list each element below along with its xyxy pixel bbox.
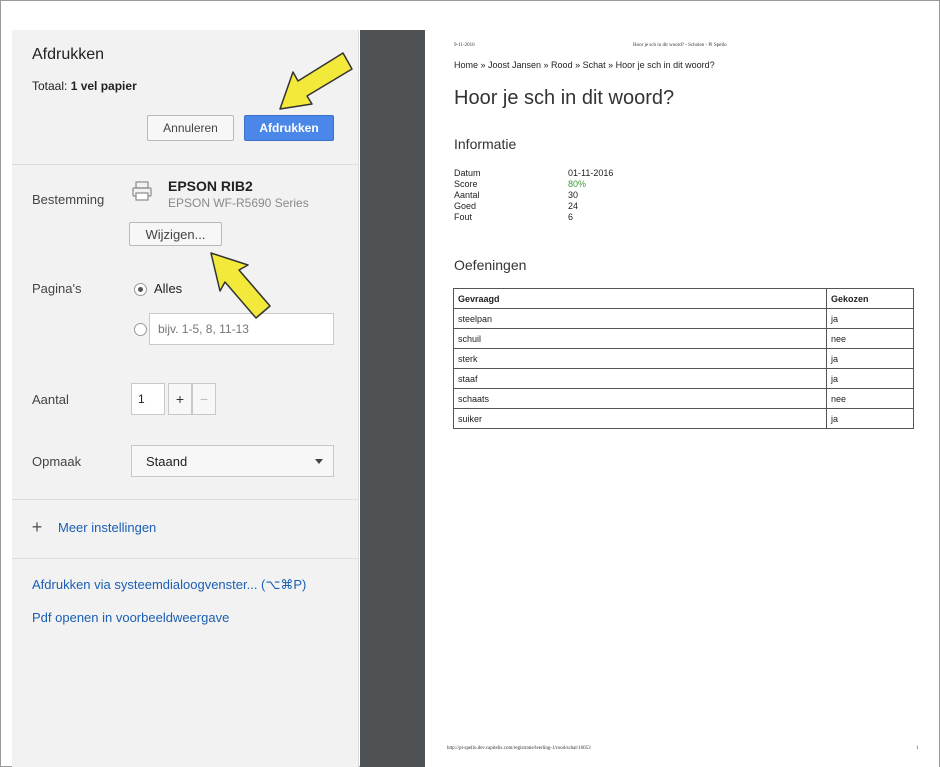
- info-row: Aantal 30: [454, 190, 578, 200]
- total-sheets: Totaal: 1 vel papier: [32, 79, 137, 93]
- pages-all-label[interactable]: Alles: [154, 281, 182, 296]
- table-row: schuil nee: [453, 328, 914, 349]
- info-key: Goed: [454, 201, 477, 211]
- destination-label: Bestemming: [32, 192, 105, 207]
- page-header-date: 9-11-2016: [454, 43, 475, 48]
- info-key: Aantal: [454, 190, 480, 200]
- dialog-title: Afdrukken: [32, 46, 105, 63]
- pages-all-radio[interactable]: [134, 283, 147, 296]
- info-value: 01-11-2016: [568, 168, 614, 178]
- score-value: 80%: [568, 179, 587, 189]
- page-footer-url: http://pi-spello.dev.capitelis.com/regis…: [447, 746, 591, 751]
- system-dialog-link[interactable]: Afdrukken via systeemdialoogvenster... (…: [32, 577, 306, 593]
- printer-name: EPSON RIB2: [168, 178, 253, 194]
- cell-asked: staaf: [453, 368, 827, 389]
- column-header-chosen: Gekozen: [826, 288, 914, 309]
- copies-increment-button[interactable]: +: [168, 383, 192, 415]
- more-settings-label: Meer instellingen: [58, 520, 157, 535]
- open-pdf-link[interactable]: Pdf openen in voorbeeldweergave: [32, 610, 229, 625]
- divider: [12, 558, 359, 559]
- pages-range-radio[interactable]: [134, 323, 147, 336]
- print-preview-page: 9-11-2016 Hoor je sch in dit woord? - Sc…: [425, 30, 939, 767]
- cancel-button[interactable]: Annuleren: [147, 115, 234, 141]
- page-number: 1: [916, 746, 919, 751]
- table-row: steelpan ja: [453, 308, 914, 329]
- plus-icon: +: [31, 517, 43, 537]
- exercises-table: Gevraagd Gekozen steelpan ja schuil nee st…: [453, 288, 914, 429]
- preview-gutter: [360, 30, 425, 767]
- divider: [12, 499, 359, 500]
- layout-label: Opmaak: [32, 454, 82, 469]
- pages-label: Pagina's: [32, 281, 82, 296]
- table-row: staaf ja: [453, 368, 914, 389]
- copies-input[interactable]: [131, 383, 165, 415]
- total-value: 1 vel papier: [70, 79, 137, 93]
- copies-decrement-button[interactable]: −: [192, 383, 216, 415]
- info-row: Datum 01-11-2016: [454, 168, 613, 178]
- cell-chosen: ja: [826, 408, 914, 429]
- print-settings-panel: Afdrukken Totaal: 1 vel papier Annuleren…: [12, 30, 359, 767]
- print-button[interactable]: Afdrukken: [244, 115, 334, 141]
- pages-range-input[interactable]: [149, 313, 334, 345]
- table-row: suiker ja: [453, 408, 914, 429]
- info-key: Score: [454, 179, 478, 189]
- column-header-asked: Gevraagd: [453, 288, 827, 309]
- info-row: Score 80%: [454, 179, 586, 189]
- info-row: Fout 6: [454, 212, 573, 222]
- info-key: Fout: [454, 212, 473, 222]
- change-destination-button[interactable]: Wijzigen...: [129, 222, 222, 246]
- info-heading: Informatie: [454, 136, 517, 152]
- chevron-down-icon: [315, 459, 323, 464]
- divider: [12, 164, 359, 165]
- printer-model: EPSON WF-R5690 Series: [168, 196, 309, 210]
- breadcrumb: Home » Joost Jansen » Rood » Schat » Hoo…: [454, 60, 715, 70]
- cell-asked: sterk: [453, 348, 827, 369]
- exercises-heading: Oefeningen: [454, 257, 527, 273]
- page-header-title: Hoor je sch in dit woord? - Scholen - Pi…: [633, 43, 727, 48]
- table-header-row: Gevraagd Gekozen: [453, 288, 914, 309]
- total-label: Totaal:: [32, 79, 68, 93]
- info-row: Goed 24: [454, 201, 578, 211]
- cell-chosen: ja: [826, 348, 914, 369]
- info-value: 30: [568, 190, 579, 200]
- page-title: Hoor je sch in dit woord?: [454, 87, 675, 109]
- layout-selected-value: Staand: [146, 453, 188, 469]
- cell-asked: schaats: [453, 388, 827, 409]
- printer-icon: [132, 181, 152, 201]
- copies-label: Aantal: [32, 392, 69, 407]
- cell-chosen: nee: [826, 328, 914, 349]
- info-value: 6: [568, 212, 574, 222]
- cell-asked: suiker: [453, 408, 827, 429]
- cell-asked: schuil: [453, 328, 827, 349]
- more-settings-toggle[interactable]: + Meer instellingen: [30, 517, 157, 538]
- cell-asked: steelpan: [453, 308, 827, 329]
- table-row: sterk ja: [453, 348, 914, 369]
- cell-chosen: nee: [826, 388, 914, 409]
- layout-select[interactable]: Staand: [131, 445, 334, 477]
- cell-chosen: ja: [826, 308, 914, 329]
- table-row: schaats nee: [453, 388, 914, 409]
- info-key: Datum: [454, 168, 481, 178]
- info-value: 24: [568, 201, 579, 211]
- cell-chosen: ja: [826, 368, 914, 389]
